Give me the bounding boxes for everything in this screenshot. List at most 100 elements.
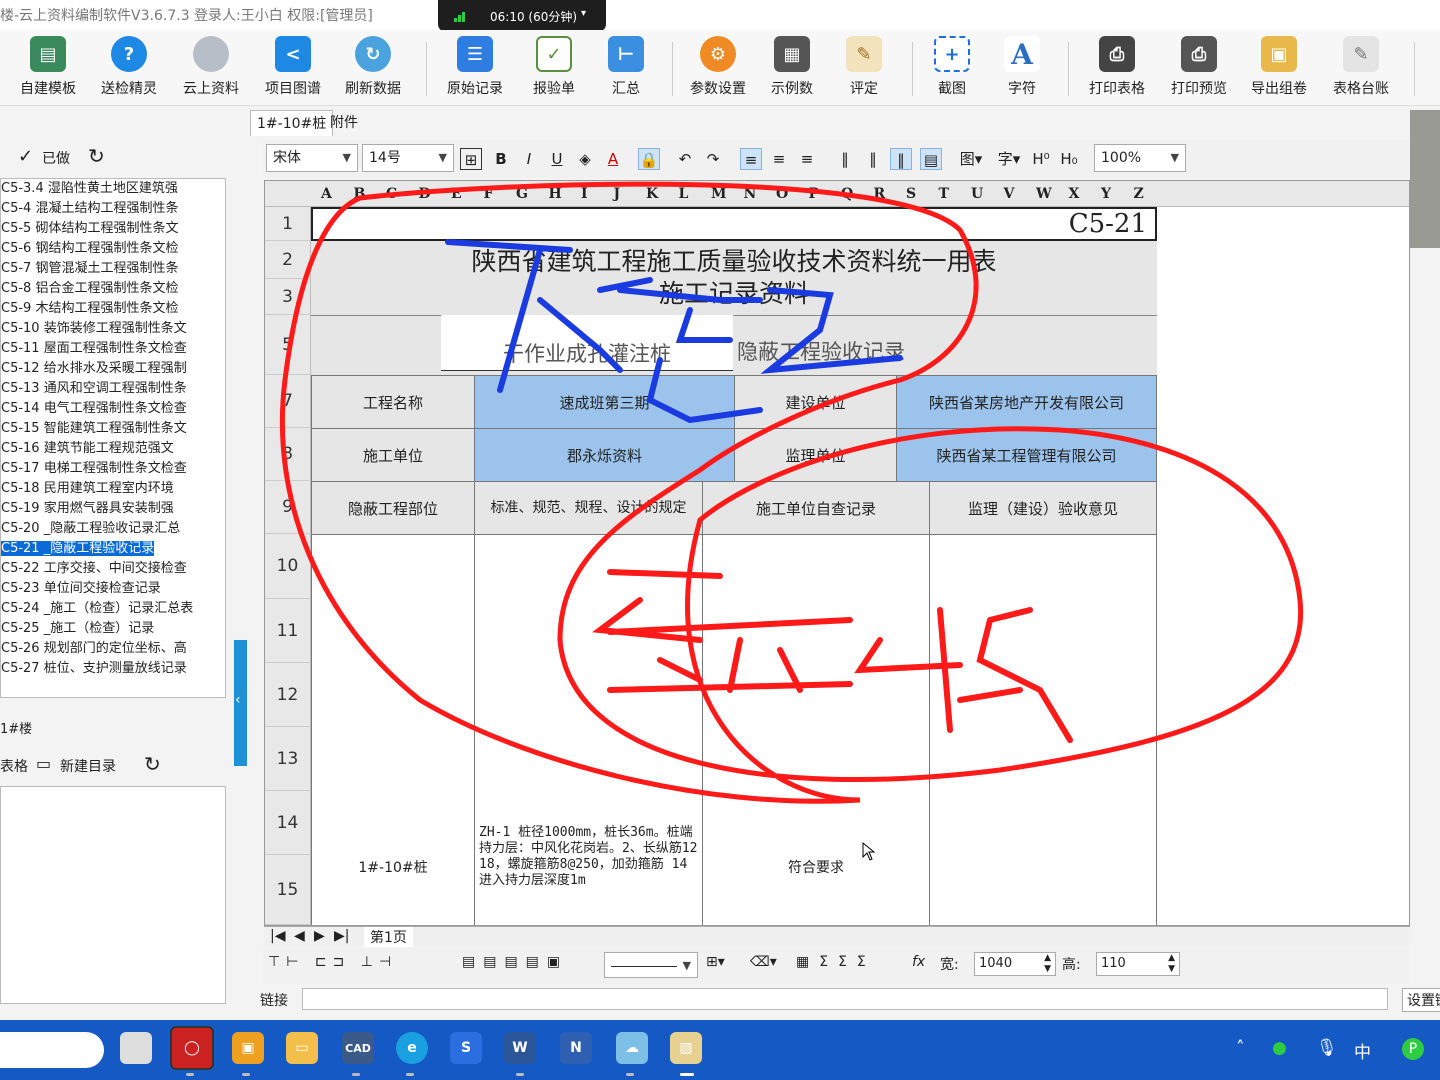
row-label[interactable]: 2	[265, 241, 311, 279]
form-code[interactable]: C5-21	[311, 207, 1157, 241]
weather-icon[interactable]: ☁	[616, 1032, 648, 1064]
tree-item[interactable]: C5-23 单位间交接检查记录	[1, 579, 225, 599]
fill-color-icon[interactable]: ◈	[574, 148, 596, 170]
builder-value[interactable]: 陕西省某房地产开发有限公司	[896, 375, 1157, 429]
column-label[interactable]: Z	[1134, 186, 1144, 202]
lock-icon[interactable]: 🔒	[638, 148, 660, 170]
sheet-tab-page-1[interactable]: 第1页	[364, 927, 413, 947]
redo-icon[interactable]: ↷	[702, 148, 724, 170]
search-box[interactable]	[0, 1032, 104, 1068]
font-select[interactable]: 宋体 ▼	[266, 144, 358, 172]
column-label[interactable]: V	[1004, 186, 1015, 202]
tree-item[interactable]: C5-17 电梯工程强制性条文检查	[1, 459, 225, 479]
row-label[interactable]: 13	[265, 727, 311, 791]
screenshot-button[interactable]: + 截图	[930, 36, 974, 102]
tree-item[interactable]: C5-26 规划部门的定位坐标、高	[1, 639, 225, 659]
tree-item[interactable]: C5-5 砌体结构工程强制性条文	[1, 219, 225, 239]
char-menu-button[interactable]: 字▾	[994, 148, 1024, 170]
record-icon[interactable]: ◯	[170, 1026, 214, 1070]
tree-item[interactable]: C5-22 工序交接、中间交接检查	[1, 559, 225, 579]
refresh-data-button[interactable]: ↻ 刷新数据	[340, 36, 406, 102]
edge-icon[interactable]: e	[396, 1032, 428, 1064]
hidden-part-value[interactable]: 1#-10#桩	[311, 534, 475, 925]
tree-item[interactable]: C5-7 钢管混凝土工程强制性条	[1, 259, 225, 279]
column-label[interactable]: S	[906, 186, 916, 202]
next-sheet-icon[interactable]: ▶	[314, 928, 325, 944]
chevron-up-icon[interactable]: ˄	[1236, 1038, 1245, 1058]
image-viewer-icon[interactable]: ▧	[670, 1032, 702, 1064]
template-button[interactable]: ▤ 自建模板	[16, 36, 80, 102]
cell-border-icon[interactable]: ⊞	[460, 148, 482, 170]
refresh-icon[interactable]: ↻	[88, 144, 105, 168]
summary-button[interactable]: ⊢ 汇总	[604, 36, 648, 102]
record-type-field[interactable]: 干作业成孔灌注桩	[441, 315, 733, 371]
column-label[interactable]: R	[874, 186, 886, 202]
underline-button[interactable]: U	[546, 148, 568, 170]
column-label[interactable]: A	[321, 186, 332, 202]
recording-timer[interactable]: 06:10 (60分钟) ▾	[438, 0, 606, 32]
column-label[interactable]: Q	[841, 186, 853, 202]
row-label[interactable]: 15	[265, 855, 311, 925]
tree-item[interactable]: C5-15 智能建筑工程强制性条文	[1, 419, 225, 439]
tree-item[interactable]: C5-14 电气工程强制性条文检查	[1, 399, 225, 419]
row-label[interactable]: 7	[265, 375, 311, 428]
evaluate-button[interactable]: ✎ 评定	[842, 36, 886, 102]
column-label[interactable]: G	[516, 186, 528, 202]
column-label[interactable]: C	[386, 186, 397, 202]
align-left-icon[interactable]: ≡	[740, 148, 762, 170]
distribute-icon[interactable]: ‖	[834, 148, 856, 170]
column-label[interactable]: M	[711, 186, 727, 202]
undo-icon[interactable]: ↶	[674, 148, 696, 170]
row-label[interactable]: 12	[265, 663, 311, 727]
spinner-icon[interactable]: ▲ ▼	[1044, 953, 1051, 975]
column-label[interactable]: I	[581, 186, 588, 202]
tree-item[interactable]: C5-19 家用燃气器具安装制强	[1, 499, 225, 519]
building-tab[interactable]: 1#楼	[0, 718, 32, 737]
character-button[interactable]: A 字符	[1000, 36, 1044, 102]
tree-item[interactable]: C5-24 _施工（检查）记录汇总表	[1, 599, 225, 619]
new-directory-button[interactable]: 新建目录	[60, 756, 116, 776]
column-label[interactable]: L	[679, 186, 689, 202]
folder-icon[interactable]: ▭	[286, 1032, 318, 1064]
row-label[interactable]: 9	[265, 481, 311, 534]
function-icon[interactable]: fx	[912, 954, 925, 970]
column-label[interactable]: P	[809, 186, 820, 202]
column-label[interactable]: Y	[1101, 186, 1111, 202]
done-filter-button[interactable]: 已做	[42, 148, 70, 168]
tab-piles[interactable]: 1#-10#桩	[250, 110, 334, 136]
sogou-icon[interactable]: S	[450, 1032, 482, 1064]
width-input[interactable]: 1040 ▲ ▼	[974, 952, 1056, 976]
word-icon[interactable]: W	[504, 1032, 536, 1064]
column-label[interactable]: E	[451, 186, 462, 202]
row-label[interactable]: 3	[265, 279, 311, 315]
constructor-value[interactable]: 郡永烁资料	[474, 428, 735, 482]
task-view-icon[interactable]	[120, 1032, 152, 1064]
cloud-data-button[interactable]: 云上资料	[178, 36, 244, 102]
spinner-icon[interactable]: ▲ ▼	[1168, 953, 1175, 975]
column-label[interactable]: D	[419, 186, 431, 202]
microphone-icon[interactable]: 🎙	[1316, 1038, 1338, 1058]
project-graph-button[interactable]: < 项目图谱	[260, 36, 326, 102]
chevron-down-icon[interactable]: ▾	[581, 8, 586, 19]
column-label[interactable]: J	[614, 186, 621, 202]
refresh-icon[interactable]: ↻	[144, 752, 161, 776]
column-label[interactable]: N	[744, 186, 757, 202]
ledger-button[interactable]: ✎ 表格台账	[1328, 36, 1394, 102]
self-check-value[interactable]: 符合要求	[702, 534, 930, 925]
parameter-settings-button[interactable]: ⚙ 参数设置	[686, 36, 750, 102]
link-input[interactable]	[302, 988, 1388, 1010]
eraser-icon[interactable]: ⌫▾	[750, 954, 777, 970]
media-icon[interactable]: ▣	[232, 1032, 264, 1064]
font-color-icon[interactable]: A	[602, 148, 624, 170]
input-language[interactable]: 中	[1354, 1038, 1371, 1063]
tab-attachment[interactable]: 附件	[324, 110, 364, 136]
inspection-form-button[interactable]: ✓ 报验单	[526, 36, 582, 102]
column-label[interactable]: K	[646, 186, 658, 202]
wechat-icon[interactable]: ●	[1272, 1038, 1287, 1058]
table-button[interactable]: 表格	[0, 756, 28, 776]
distribute-3-icon[interactable]: ‖	[890, 148, 912, 170]
row-label[interactable]: 1	[265, 207, 311, 241]
cad-icon[interactable]: CAD	[342, 1032, 374, 1064]
tree-item[interactable]: C5-18 民用建筑工程室内环境	[1, 479, 225, 499]
directory-tree[interactable]	[0, 786, 226, 1004]
